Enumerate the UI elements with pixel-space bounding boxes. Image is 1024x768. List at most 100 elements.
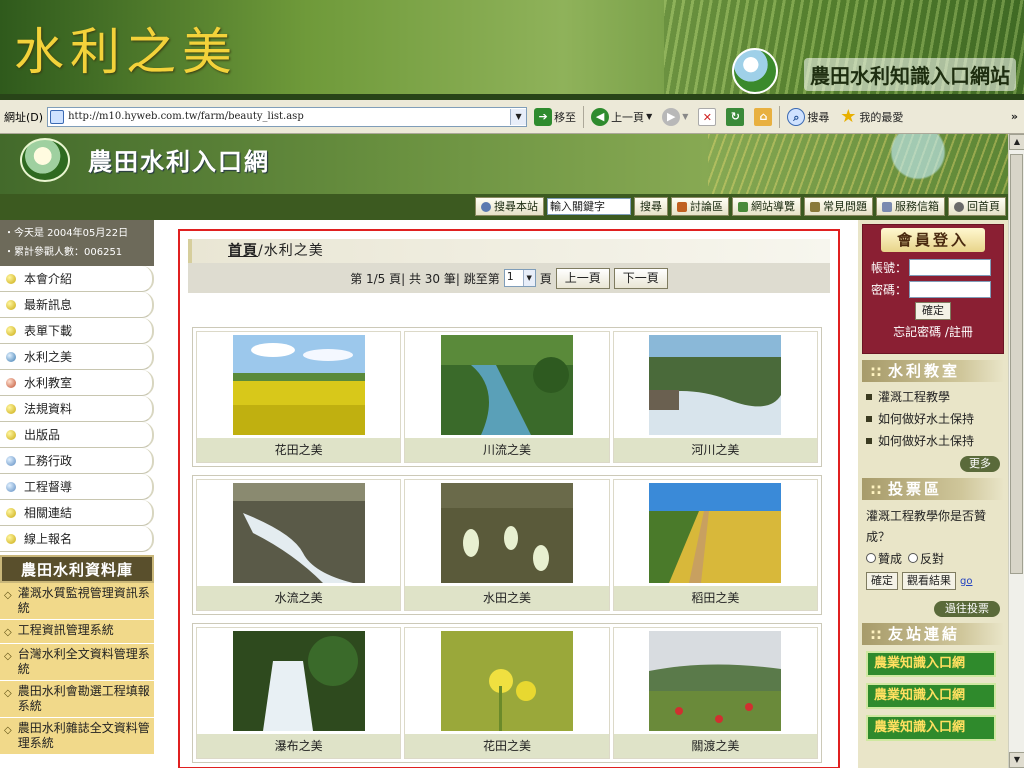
scroll-up-icon[interactable]: ▲ <box>1009 134 1024 150</box>
menu-item-forms[interactable]: 表單下載 <box>0 318 154 344</box>
radio-icon[interactable] <box>908 553 919 563</box>
gallery-caption[interactable]: 花田之美 <box>405 734 609 758</box>
nav-home[interactable]: 回首頁 <box>948 197 1006 216</box>
oppose-label: 反對 <box>920 552 945 566</box>
nav-mailbox[interactable]: 服務信箱 <box>876 197 945 216</box>
menu-item-publications[interactable]: 出版品 <box>0 422 154 448</box>
rice-field-photo[interactable] <box>649 483 782 583</box>
gallery-caption[interactable]: 瀑布之美 <box>197 734 401 758</box>
gallery-item[interactable]: 關渡之美 <box>612 627 818 759</box>
wet-field-photo[interactable] <box>440 483 573 583</box>
guandu-photo[interactable] <box>649 631 782 731</box>
river-photo[interactable] <box>649 335 782 435</box>
menu-item-about[interactable]: 本會介紹 <box>0 266 154 292</box>
database-item[interactable]: ◇ 農田水利會勘選工程填報系統 <box>0 681 154 718</box>
search-site-button[interactable]: 搜尋本站 <box>475 197 544 216</box>
nav-faq[interactable]: 常見問題 <box>804 197 873 216</box>
breadcrumb-home-link[interactable]: 首頁 <box>228 243 258 259</box>
search-button[interactable]: ⌕ 搜尋 <box>784 105 832 129</box>
flowing-water-photo[interactable] <box>232 483 365 583</box>
more-button[interactable]: 更多 <box>960 456 1000 472</box>
gallery-caption[interactable]: 河川之美 <box>613 438 817 462</box>
back-dropdown-icon[interactable]: ▼ <box>646 112 652 121</box>
site-info: ・今天是 2004年05月22日 ・累計參觀人數：006251 <box>0 220 154 266</box>
database-item[interactable]: ◇ 工程資訊管理系統 <box>0 620 154 644</box>
database-item[interactable]: ◇ 台灣水利全文資料管理系統 <box>0 644 154 681</box>
database-item[interactable]: ◇ 農田水利雜誌全文資料管理系統 <box>0 718 154 755</box>
gallery-caption[interactable]: 稻田之美 <box>613 586 817 610</box>
gallery-item[interactable]: 水田之美 <box>404 479 610 611</box>
waterfall-photo[interactable] <box>232 631 365 731</box>
gallery-caption[interactable]: 水田之美 <box>405 586 609 610</box>
go-link[interactable]: go <box>960 576 972 587</box>
nav-mailbox-label: 服務信箱 <box>895 200 939 213</box>
login-button[interactable]: 確定 <box>915 302 951 320</box>
vertical-scrollbar[interactable]: ▲ ▼ <box>1008 134 1024 768</box>
radio-icon[interactable] <box>866 553 876 563</box>
classroom-item[interactable]: 如何做好水土保持 <box>866 408 1000 430</box>
gallery-item[interactable]: 花田之美 <box>196 331 402 463</box>
gallery-item[interactable]: 水流之美 <box>196 479 402 611</box>
menu-item-classroom[interactable]: 水利教室 <box>0 370 154 396</box>
menu-item-links[interactable]: 相關連結 <box>0 500 154 526</box>
forward-arrow-icon: ▶ <box>662 107 681 126</box>
gallery-caption[interactable]: 關渡之美 <box>613 734 817 758</box>
toolbar-overflow-icon[interactable]: » <box>1011 110 1018 123</box>
scroll-thumb[interactable] <box>1010 154 1023 574</box>
favorites-button[interactable]: ★ 我的最愛 <box>836 105 906 129</box>
gallery-item[interactable]: 川流之美 <box>404 331 610 463</box>
gallery-item[interactable]: 瀑布之美 <box>196 627 402 759</box>
gallery-caption[interactable]: 花田之美 <box>197 438 401 462</box>
forward-dropdown-icon[interactable]: ▼ <box>682 112 688 121</box>
scroll-down-icon[interactable]: ▼ <box>1009 752 1024 768</box>
classroom-item[interactable]: 灌溉工程教學 <box>866 386 1000 408</box>
stream-photo[interactable] <box>440 335 573 435</box>
menu-item-regulations[interactable]: 法規資料 <box>0 396 154 422</box>
gallery-caption[interactable]: 水流之美 <box>197 586 401 610</box>
view-results-button[interactable]: 觀看結果 <box>902 572 956 590</box>
partner-banner[interactable]: 農業知識入口網 <box>866 651 996 677</box>
rapeseed-photo[interactable] <box>440 631 573 731</box>
nav-sitemap[interactable]: 網站導覽 <box>732 197 801 216</box>
menu-item-news[interactable]: 最新訊息 <box>0 292 154 318</box>
keyword-input[interactable]: 輸入關鍵字 <box>547 198 631 215</box>
gallery-item[interactable]: 河川之美 <box>612 331 818 463</box>
account-input[interactable] <box>909 258 992 276</box>
gallery-item[interactable]: 花田之美 <box>404 627 610 759</box>
site-logo-icon[interactable] <box>20 138 70 182</box>
vote-submit-button[interactable]: 確定 <box>866 572 898 590</box>
oppose-option[interactable]: 反對 <box>908 550 944 567</box>
keyword-search-button[interactable]: 搜尋 <box>634 197 668 216</box>
refresh-button[interactable]: ↻ <box>723 105 747 129</box>
web-page: 農田水利入口網 搜尋本站 輸入關鍵字 搜尋 討論區 網站導覽 常見問題 服務信箱… <box>0 134 1008 768</box>
home-button[interactable]: ⌂ <box>751 105 775 129</box>
stop-button[interactable]: ✕ <box>695 105 719 129</box>
gallery-caption[interactable]: 川流之美 <box>405 438 609 462</box>
address-url[interactable]: http://m10.hyweb.com.tw/farm/beauty_list… <box>68 111 510 122</box>
agree-option[interactable]: 贊成 <box>866 550 902 567</box>
menu-item-admin[interactable]: 工務行政 <box>0 448 154 474</box>
nav-forum[interactable]: 討論區 <box>671 197 729 216</box>
partner-banner[interactable]: 農業知識入口網 <box>866 683 996 709</box>
site-title[interactable]: 農田水利入口網 <box>88 142 270 177</box>
address-dropdown-icon[interactable]: ▼ <box>510 108 527 125</box>
database-item[interactable]: ◇ 灌溉水質監視管理資訊系統 <box>0 583 154 620</box>
forgot-register-link[interactable]: 忘記密碼 /註冊 <box>863 323 1003 340</box>
menu-item-beauty[interactable]: 水利之美 <box>0 344 154 370</box>
classroom-item[interactable]: 如何做好水土保持 <box>866 430 1000 452</box>
forward-button[interactable]: ▶ ▼ <box>659 105 691 129</box>
address-bar[interactable]: http://m10.hyweb.com.tw/farm/beauty_list… <box>47 106 528 127</box>
go-button[interactable]: ➔ 移至 <box>531 105 579 129</box>
past-votes-button[interactable]: 過往投票 <box>934 601 1000 617</box>
back-button[interactable]: ◀ 上一頁 ▼ <box>588 105 655 129</box>
page-select[interactable]: 1 ▼ <box>503 269 536 287</box>
password-input[interactable] <box>909 280 992 298</box>
flower-field-photo[interactable] <box>232 335 365 435</box>
gallery-item[interactable]: 稻田之美 <box>612 479 818 611</box>
prev-page-button[interactable]: 上一頁 <box>555 267 610 289</box>
chevron-down-icon: ▼ <box>522 270 535 286</box>
partner-banner[interactable]: 農業知識入口網 <box>866 715 996 741</box>
next-page-button[interactable]: 下一頁 <box>613 267 668 289</box>
menu-item-registration[interactable]: 線上報名 <box>0 526 154 552</box>
menu-item-supervision[interactable]: 工程督導 <box>0 474 154 500</box>
